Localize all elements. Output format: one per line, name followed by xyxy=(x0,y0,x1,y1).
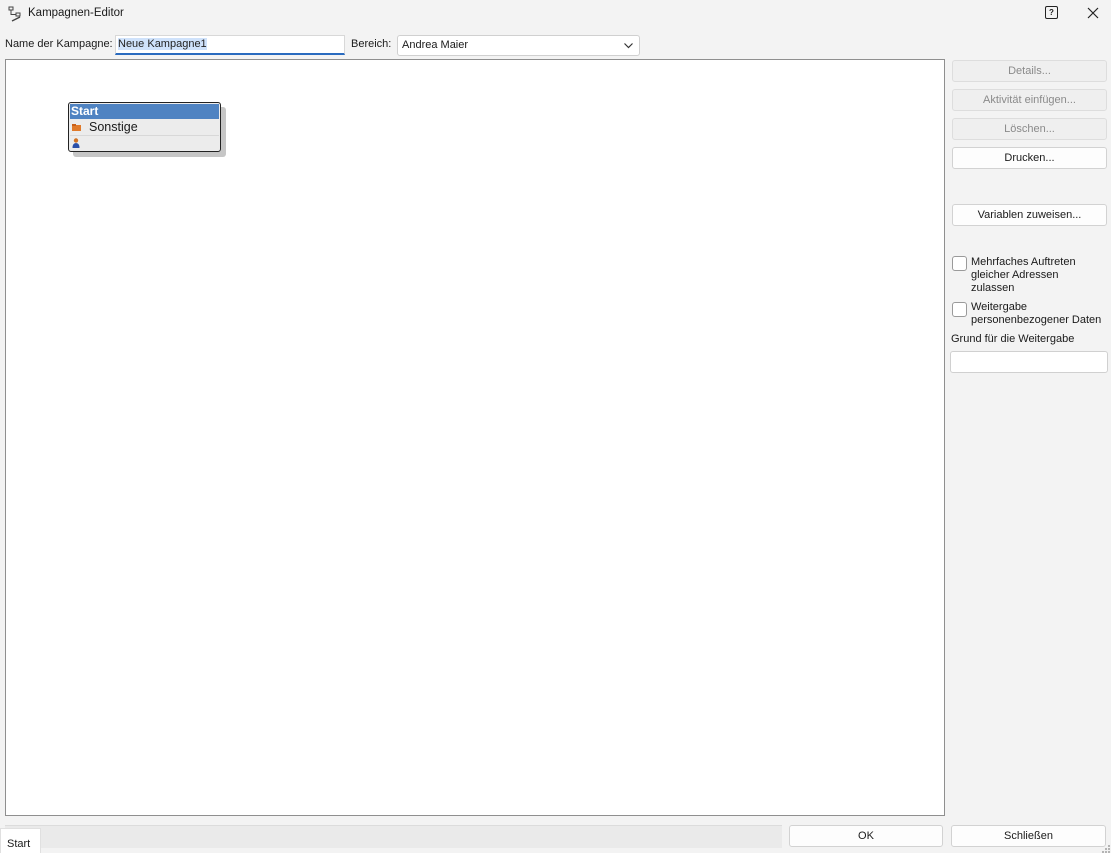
activity-type-icon xyxy=(72,124,81,131)
campaign-editor-icon xyxy=(8,6,21,22)
share-data-label: Weitergabe personenbezogener Daten xyxy=(971,301,1102,326)
window-title: Kampagnen-Editor xyxy=(28,7,124,19)
delete-button[interactable]: Löschen... xyxy=(952,118,1107,140)
start-node-activity-row: Sonstige xyxy=(70,120,219,136)
title-bar: Kampagnen-Editor ? xyxy=(0,0,1111,28)
details-button[interactable]: Details... xyxy=(952,60,1107,82)
insert-activity-button[interactable]: Aktivität einfügen... xyxy=(952,89,1107,111)
help-icon[interactable]: ? xyxy=(1045,6,1058,19)
assign-variables-button[interactable]: Variablen zuweisen... xyxy=(952,204,1107,226)
share-data-checkbox[interactable] xyxy=(952,302,967,317)
status-bar xyxy=(5,825,782,848)
campaign-name-input[interactable]: Neue Kampagne1 xyxy=(115,35,345,55)
multi-address-checkbox[interactable] xyxy=(952,256,967,271)
bereich-select[interactable]: Andrea Maier xyxy=(397,35,640,56)
start-node[interactable]: Start Sonstige xyxy=(68,102,221,152)
campaign-name-value: Neue Kampagne1 xyxy=(118,38,207,50)
chevron-down-icon xyxy=(624,43,633,49)
resize-grip-icon[interactable] xyxy=(1101,843,1111,853)
ok-button[interactable]: OK xyxy=(789,825,943,847)
campaign-canvas[interactable]: Start Sonstige xyxy=(5,59,945,816)
bereich-selected-value: Andrea Maier xyxy=(402,39,469,51)
close-button[interactable]: Schließen xyxy=(951,825,1106,847)
reason-input[interactable] xyxy=(950,351,1108,373)
bereich-label: Bereich: xyxy=(351,38,392,50)
print-button[interactable]: Drucken... xyxy=(952,147,1107,169)
reason-label: Grund für die Weitergabe xyxy=(951,333,1075,345)
person-icon xyxy=(72,138,80,148)
start-node-title: Start xyxy=(70,104,219,119)
close-icon[interactable] xyxy=(1085,5,1101,21)
start-node-activity-label: Sonstige xyxy=(89,120,138,134)
campaign-name-label: Name der Kampagne: xyxy=(5,38,113,50)
tab-start[interactable]: Start xyxy=(0,828,41,853)
multi-address-label: Mehrfaches Auftreten gleicher Adressen z… xyxy=(971,256,1076,294)
